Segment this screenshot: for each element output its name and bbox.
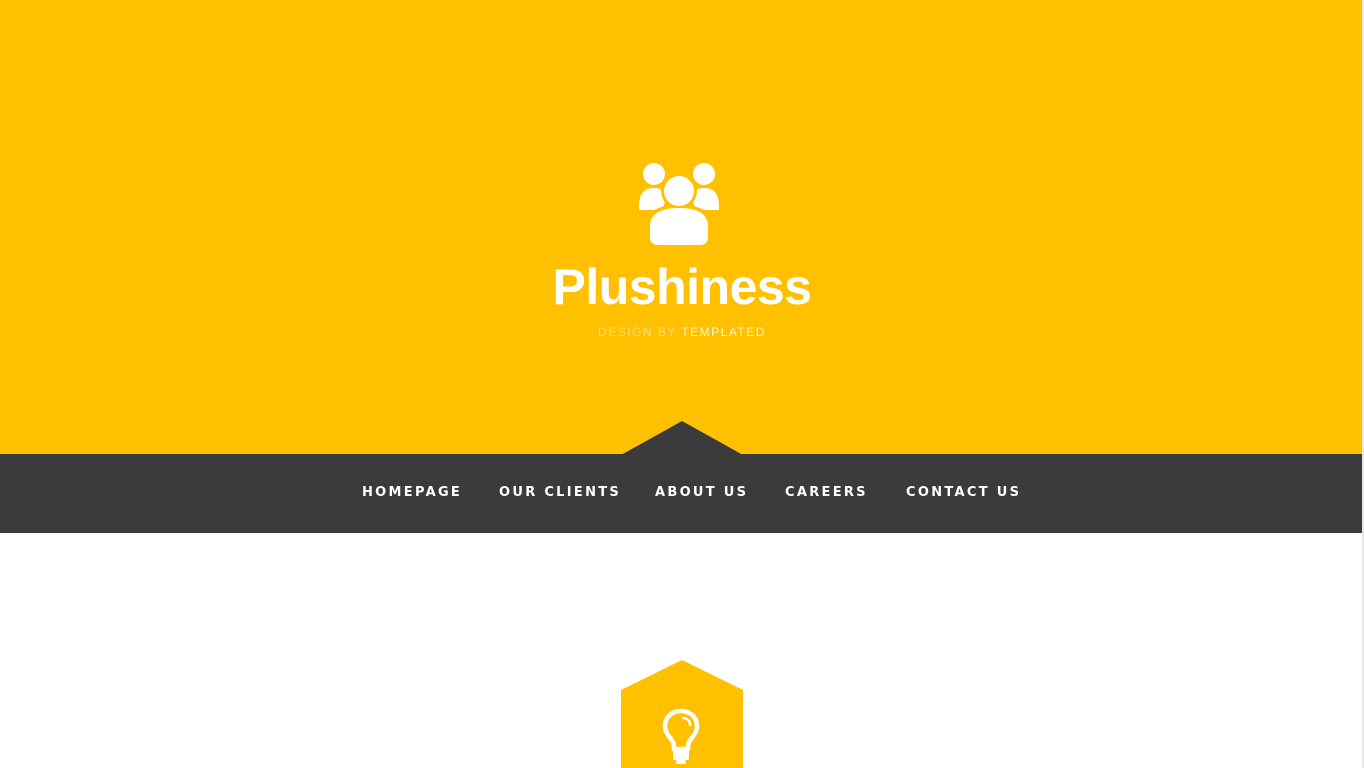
nav-item-homepage[interactable]: HOMEPAGE bbox=[362, 484, 462, 502]
nav-item-our-clients[interactable]: OUR CLIENTS bbox=[499, 484, 621, 502]
credit-link[interactable]: TEMPLATED bbox=[681, 325, 766, 339]
nav-item-about-us[interactable]: ABOUT US bbox=[655, 484, 748, 502]
site-header: Plushiness DESIGN BY TEMPLATED bbox=[0, 0, 1364, 455]
nav-item-contact-us[interactable]: CONTACT US bbox=[906, 484, 1021, 502]
nav-item-careers[interactable]: CAREERS bbox=[785, 484, 868, 502]
nav-peak-decoration bbox=[621, 421, 743, 455]
site-title: Plushiness bbox=[552, 259, 813, 315]
users-icon bbox=[639, 163, 719, 246]
nav-list: HOMEPAGE OUR CLIENTS ABOUT US CAREERS CO… bbox=[0, 454, 1364, 533]
page: Plushiness DESIGN BY TEMPLATED HOMEPAGE … bbox=[0, 0, 1364, 768]
site-credit: DESIGN BY TEMPLATED bbox=[0, 324, 1364, 340]
lightbulb-icon bbox=[662, 708, 700, 764]
main-nav: HOMEPAGE OUR CLIENTS ABOUT US CAREERS CO… bbox=[0, 454, 1364, 533]
credit-prefix: DESIGN BY bbox=[598, 325, 677, 339]
